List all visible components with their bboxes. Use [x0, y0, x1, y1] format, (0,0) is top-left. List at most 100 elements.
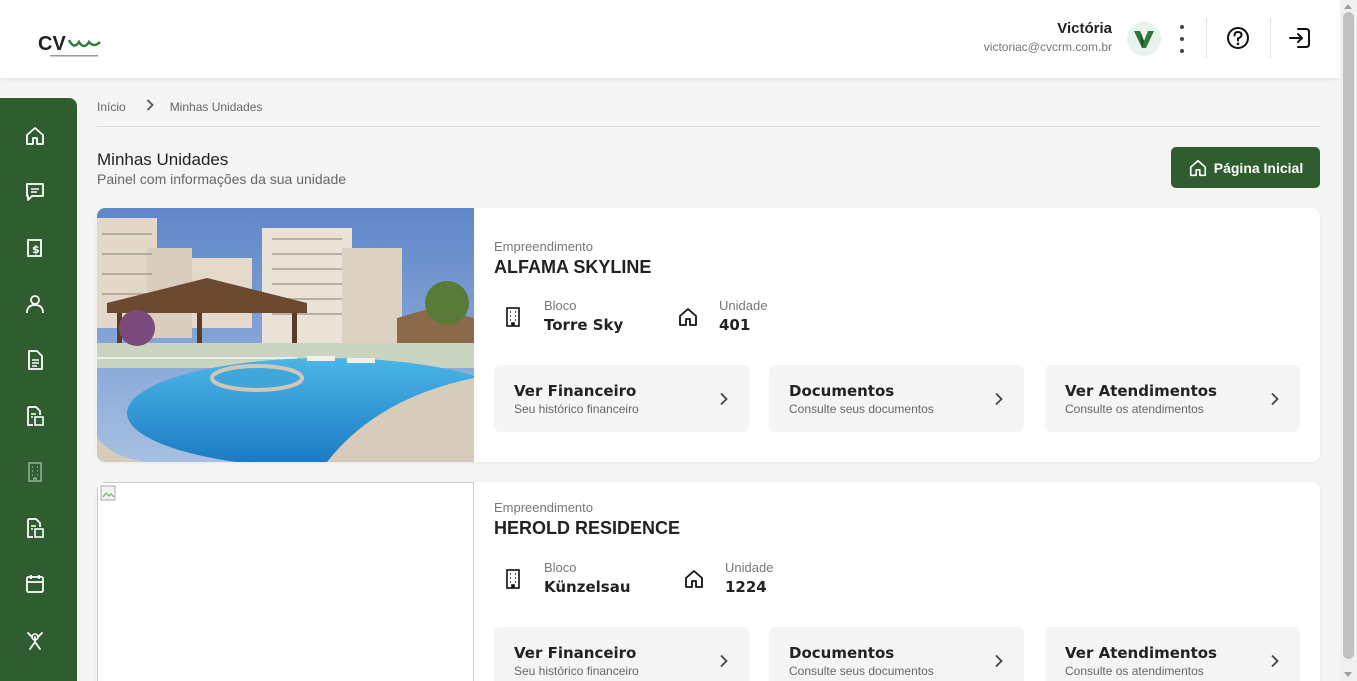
divider — [1270, 18, 1271, 58]
help-icon[interactable] — [1225, 25, 1251, 51]
home-page-button-label: Página Inicial — [1213, 159, 1304, 176]
broken-image-icon — [100, 485, 116, 501]
home-icon — [1189, 159, 1206, 176]
action-subtitle: Consulte os atendimentos — [1065, 664, 1204, 678]
sidebar-item-tools[interactable] — [20, 625, 50, 655]
user-info: Victória victoriac@cvcrm.com.br — [984, 20, 1112, 54]
breadcrumb: Início Minhas Unidades — [97, 99, 262, 114]
chevron-right-icon — [1271, 392, 1279, 406]
svg-text:$: $ — [32, 243, 40, 256]
home-icon — [26, 127, 44, 145]
breadcrumb-home[interactable]: Início — [97, 100, 126, 114]
action-subtitle: Seu histórico financeiro — [514, 402, 639, 416]
action-subtitle: Seu histórico financeiro — [514, 664, 639, 678]
user-name: Victória — [1057, 20, 1112, 37]
action-title: Ver Atendimentos — [1065, 644, 1217, 662]
action-subtitle: Consulte os atendimentos — [1065, 402, 1204, 416]
user-icon — [26, 295, 44, 314]
page-title: Minhas Unidades — [97, 150, 229, 169]
documents-button[interactable]: Documentos Consulte seus documentos — [769, 627, 1024, 681]
scroll-up-icon[interactable] — [1344, 4, 1352, 9]
document-search-icon — [27, 406, 44, 426]
action-title: Ver Financeiro — [514, 644, 637, 662]
user-email: victoriac@cvcrm.com.br — [983, 40, 1112, 54]
property-photo-broken — [97, 482, 474, 681]
sidebar-item-messages[interactable] — [20, 177, 50, 207]
document-search-icon-2 — [27, 518, 44, 538]
property-photo — [97, 208, 527, 462]
sidebar-item-financial[interactable]: $ — [20, 233, 50, 263]
document-icon — [28, 350, 43, 370]
financial-icon: $ — [27, 239, 42, 257]
view-financial-button[interactable]: Ver Financeiro Seu histórico financeiro — [494, 627, 749, 681]
scroll-thumb[interactable] — [1343, 12, 1354, 659]
scrollbar[interactable] — [1340, 0, 1357, 681]
block-info: Bloco Künzelsau — [502, 560, 631, 596]
avatar-v-icon — [1134, 31, 1154, 48]
unit-info: Unidade 401 — [677, 298, 767, 334]
action-title: Ver Financeiro — [514, 382, 637, 400]
action-subtitle: Consulte seus documentos — [789, 664, 934, 678]
unit-card: Empreendimento ALFAMA SKYLINE Bloco Torr… — [97, 208, 1320, 462]
action-subtitle: Consulte seus documentos — [789, 402, 934, 416]
project-label: Empreendimento — [494, 500, 593, 515]
home-icon — [685, 570, 703, 588]
unit-label: Unidade — [725, 560, 774, 575]
block-label: Bloco — [544, 560, 577, 575]
home-icon — [679, 308, 697, 326]
view-services-button[interactable]: Ver Atendimentos Consulte os atendimento… — [1045, 365, 1300, 432]
divider — [1206, 18, 1207, 58]
scroll-down-icon[interactable] — [1344, 672, 1352, 677]
avatar[interactable] — [1127, 22, 1161, 56]
project-name: ALFAMA SKYLINE — [494, 257, 652, 277]
block-value: Künzelsau — [544, 578, 631, 596]
block-label: Bloco — [544, 298, 577, 313]
block-value: Torre Sky — [544, 316, 624, 334]
chevron-right-icon — [720, 392, 728, 406]
chevron-right-icon — [720, 654, 728, 668]
more-options-icon[interactable] — [1172, 25, 1192, 53]
building-icon — [28, 462, 42, 482]
sidebar-item-home[interactable] — [20, 121, 50, 151]
sidebar-item-doc-search[interactable] — [20, 401, 50, 431]
view-services-button[interactable]: Ver Atendimentos Consulte os atendimento… — [1045, 627, 1300, 681]
unit-info: Unidade 1224 — [683, 560, 773, 596]
action-title: Documentos — [789, 382, 895, 400]
unit-card: Empreendimento HEROLD RESIDENCE Bloco Kü… — [97, 482, 1320, 681]
home-page-button[interactable]: Página Inicial — [1171, 147, 1320, 188]
documents-button[interactable]: Documentos Consulte seus documentos — [769, 365, 1024, 432]
sidebar-item-documents[interactable] — [20, 345, 50, 375]
unit-value: 401 — [719, 316, 751, 334]
action-title: Ver Atendimentos — [1065, 382, 1217, 400]
sidebar-item-units[interactable] — [20, 457, 50, 487]
unit-details: Empreendimento HEROLD RESIDENCE Bloco Kü… — [494, 482, 1320, 681]
chevron-right-icon — [995, 654, 1003, 668]
tools-icon — [27, 632, 43, 650]
project-label: Empreendimento — [494, 239, 593, 254]
sidebar-item-doc-search-2[interactable] — [20, 513, 50, 543]
chevron-right-icon — [146, 99, 154, 114]
cvcrm-logo[interactable]: CV — [38, 30, 102, 60]
sidebar: $ — [0, 98, 77, 681]
chat-icon — [26, 183, 44, 201]
unit-details: Empreendimento ALFAMA SKYLINE Bloco Torr… — [494, 208, 1320, 462]
divider — [97, 126, 1320, 127]
calendar-icon — [26, 575, 44, 593]
building-icon — [506, 307, 520, 327]
breadcrumb-current: Minhas Unidades — [169, 99, 263, 114]
top-header: CV Victória victoriac@cvcrm.com.br — [0, 0, 1340, 78]
building-icon — [506, 569, 520, 589]
block-info: Bloco Torre Sky — [502, 298, 623, 334]
page-subtitle: Painel com informações da sua unidade — [97, 171, 347, 187]
svg-text:CV: CV — [38, 33, 66, 55]
logout-icon[interactable] — [1287, 25, 1313, 51]
view-financial-button[interactable]: Ver Financeiro Seu histórico financeiro — [494, 365, 749, 432]
project-name: HEROLD RESIDENCE — [494, 518, 681, 538]
unit-value: 1224 — [725, 578, 767, 596]
unit-label: Unidade — [719, 298, 768, 313]
sidebar-item-profile[interactable] — [20, 289, 50, 319]
action-title: Documentos — [789, 644, 895, 662]
sidebar-item-calendar[interactable] — [20, 569, 50, 599]
chevron-right-icon — [1271, 654, 1279, 668]
chevron-right-icon — [995, 392, 1003, 406]
